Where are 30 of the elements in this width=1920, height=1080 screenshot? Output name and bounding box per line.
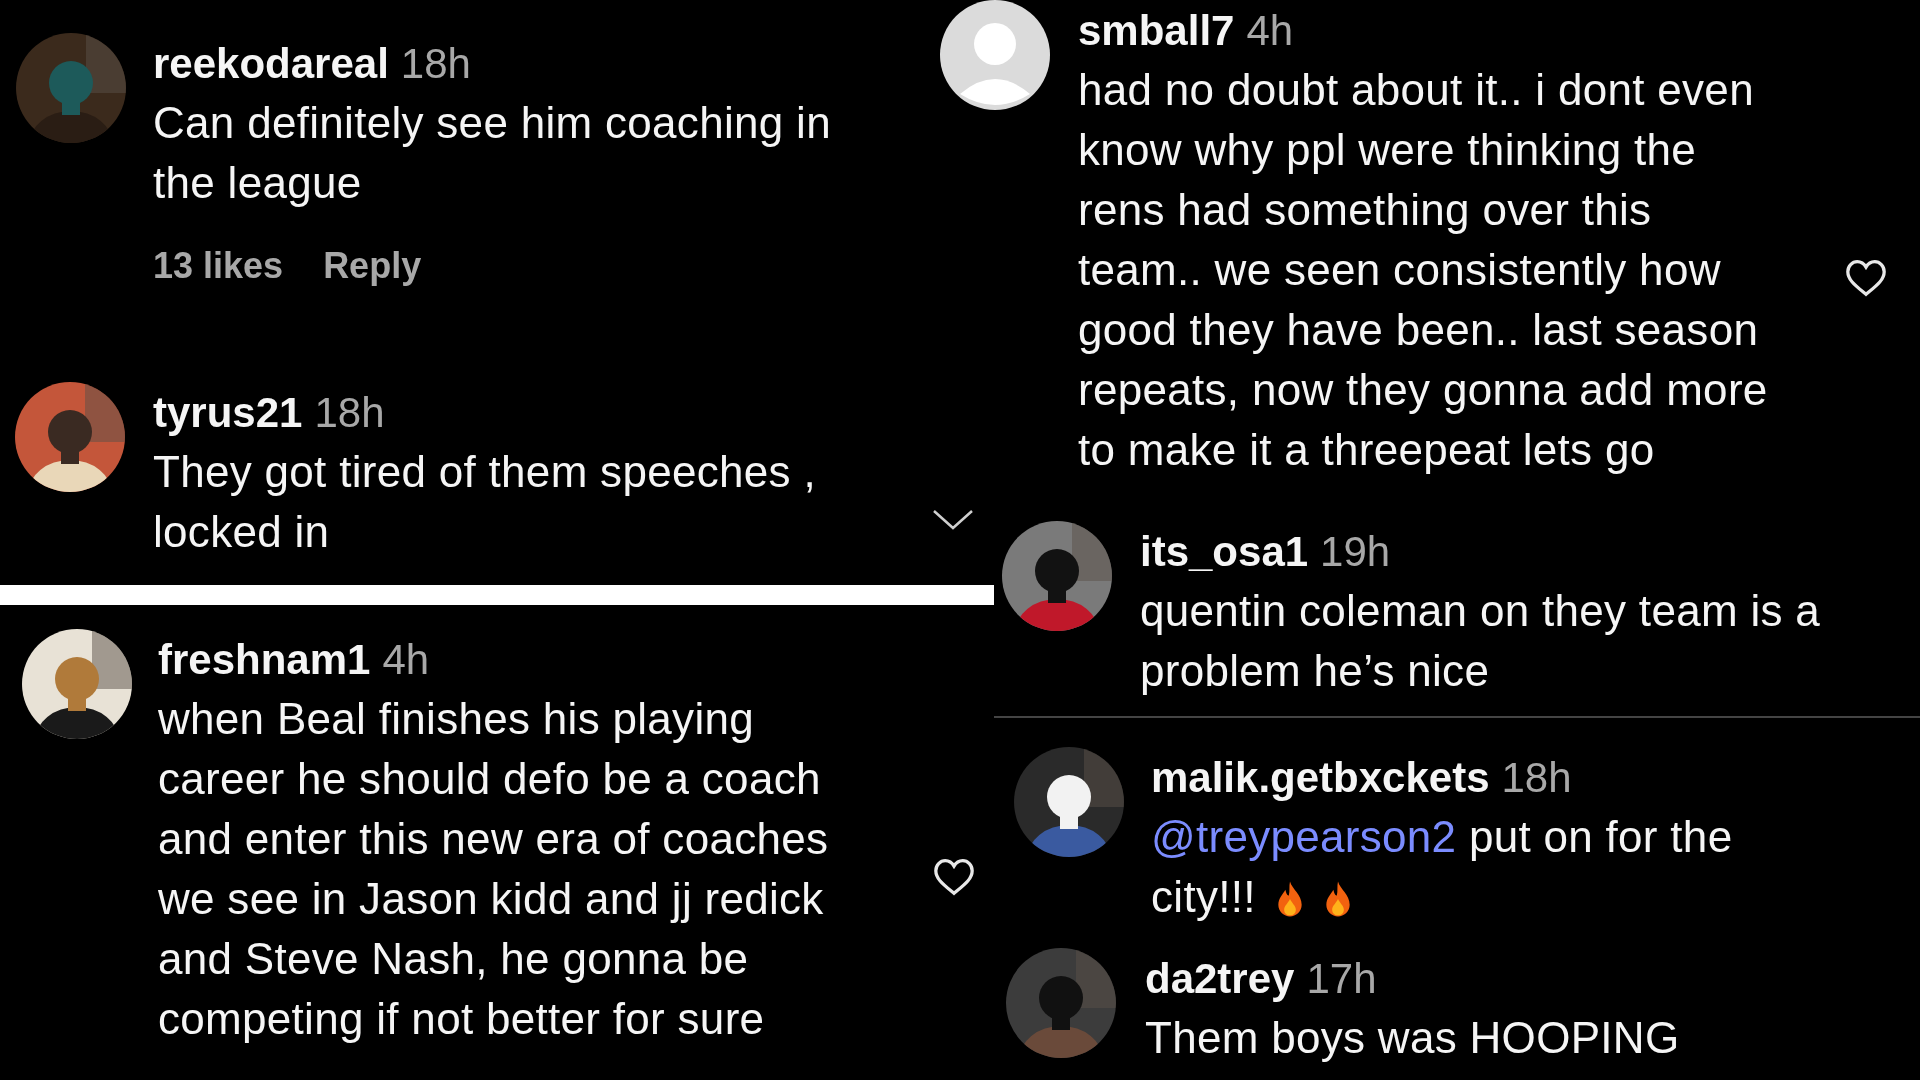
timestamp: 18h [314, 388, 385, 438]
timestamp: 18h [1501, 753, 1572, 803]
timestamp: 17h [1306, 954, 1377, 1004]
comment-text: had no doubt about it.. i dont even know why ppl were thinking the rens had something over this team.. we seen consistently how good they have been.. last season repeats, now they gonna add more to make it a threepeat lets go [1078, 64, 1768, 476]
username[interactable]: reekodareal [153, 33, 389, 95]
comment-text: @treypearson2 put on for the city!!! [1151, 811, 1733, 923]
comment-text: when Beal finishes his playing career he should defo be a coach and enter this new era of coaches we see in Jason kidd and jj redick and Steve Nash, he gonna be competing if not better for sure [158, 693, 829, 1045]
username[interactable]: its_osa1 [1140, 521, 1309, 583]
avatar-icon[interactable] [940, 0, 1050, 110]
username[interactable]: freshnam1 [158, 629, 371, 691]
heart-icon[interactable] [1844, 258, 1888, 298]
comment-text: quentin coleman on they team is a problem he’s nice [1140, 585, 1821, 697]
timestamp: 19h [1320, 527, 1391, 577]
chevron-down-icon[interactable] [931, 508, 975, 532]
heart-icon[interactable] [932, 857, 976, 897]
comment-text: Them boys was HOOPING [1145, 1012, 1680, 1064]
likes-count: 13 likes [153, 245, 284, 287]
username[interactable]: smball7 [1078, 0, 1235, 62]
fire-icon [1323, 880, 1352, 918]
timestamp: 4h [1246, 6, 1294, 56]
comment-text: Can definitely see him coaching in the league [153, 97, 831, 209]
username[interactable]: da2trey [1145, 948, 1295, 1010]
timestamp: 4h [382, 635, 430, 685]
fire-icon [1275, 880, 1304, 918]
reply-link[interactable]: Reply [323, 245, 422, 287]
comment-text: They got tired of them speeches , locked in [153, 446, 816, 558]
username[interactable]: tyrus21 [153, 382, 303, 444]
mention-link[interactable]: @treypearson2 [1151, 812, 1457, 861]
username[interactable]: malik.getbxckets [1151, 747, 1490, 809]
timestamp: 18h [400, 39, 471, 89]
